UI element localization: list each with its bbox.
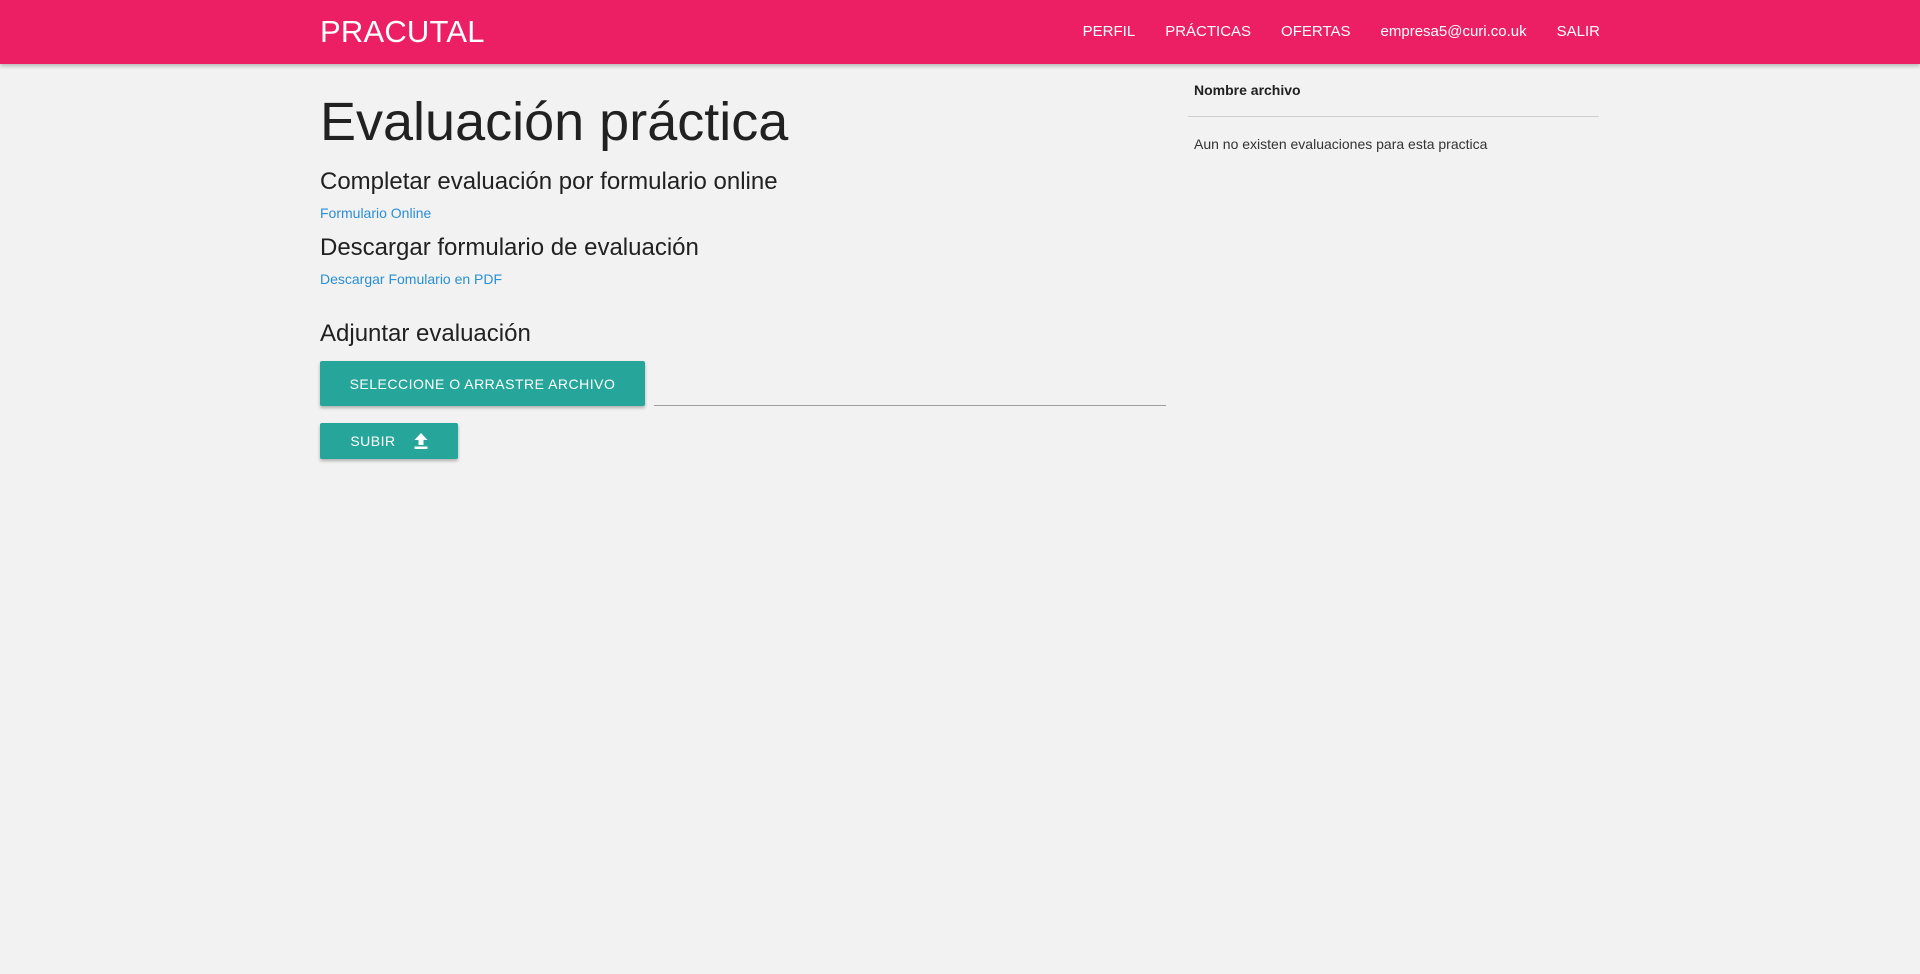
file-path-input[interactable] bbox=[654, 361, 1166, 406]
nav-links: PERFIL PRÁCTICAS OFERTAS empresa5@curi.c… bbox=[1083, 0, 1600, 64]
nav-link-perfil[interactable]: PERFIL bbox=[1083, 0, 1136, 64]
table-empty-message: Aun no existen evaluaciones para esta pr… bbox=[1194, 136, 1488, 152]
nav-link-user-email[interactable]: empresa5@curi.co.uk bbox=[1381, 0, 1527, 64]
download-pdf-link[interactable]: Descargar Fomulario en PDF bbox=[320, 270, 502, 288]
upload-icon bbox=[414, 433, 428, 449]
nav-link-practicas[interactable]: PRÁCTICAS bbox=[1165, 0, 1251, 64]
select-file-button-label: SELECCIONE O ARRASTRE ARCHIVO bbox=[349, 375, 616, 392]
main-content: Evaluación práctica Completar evaluación… bbox=[320, 64, 1166, 459]
select-file-button[interactable]: SELECCIONE O ARRASTRE ARCHIVO bbox=[320, 361, 645, 406]
online-form-heading: Completar evaluación por formulario onli… bbox=[320, 168, 778, 195]
evaluations-table: Nombre archivo Aun no existen evaluacion… bbox=[1188, 64, 1599, 152]
online-form-link[interactable]: Formulario Online bbox=[320, 204, 431, 222]
table-header-nombre-archivo: Nombre archivo bbox=[1188, 64, 1599, 117]
top-navbar: PRACUTAL PERFIL PRÁCTICAS OFERTAS empres… bbox=[0, 0, 1920, 64]
upload-button-label: SUBIR bbox=[350, 433, 396, 449]
nav-link-salir[interactable]: SALIR bbox=[1557, 0, 1600, 64]
brand-logo[interactable]: PRACUTAL bbox=[320, 13, 485, 51]
upload-button[interactable]: SUBIR bbox=[320, 423, 458, 459]
attach-evaluation-heading: Adjuntar evaluación bbox=[320, 320, 531, 347]
file-input-row: SELECCIONE O ARRASTRE ARCHIVO bbox=[320, 361, 1166, 407]
download-form-heading: Descargar formulario de evaluación bbox=[320, 234, 699, 261]
nav-link-ofertas[interactable]: OFERTAS bbox=[1281, 0, 1350, 64]
page-title: Evaluación práctica bbox=[320, 92, 789, 152]
